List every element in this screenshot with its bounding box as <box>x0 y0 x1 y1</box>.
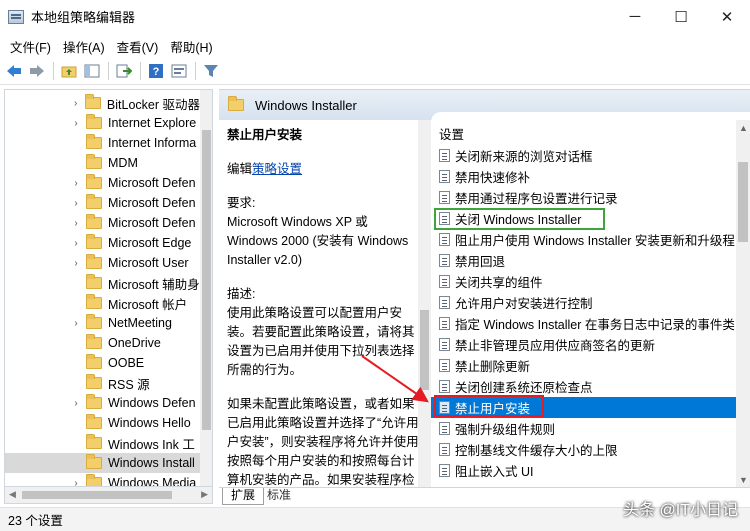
tree-item[interactable]: MDM <box>5 153 200 173</box>
toolbar-separator <box>140 61 141 80</box>
expand-chevron-icon[interactable]: › <box>69 478 83 487</box>
toolbar-separator <box>108 61 109 80</box>
tree-item[interactable]: › BitLocker 驱动器 <box>5 93 200 113</box>
folder-icon <box>86 234 102 249</box>
maximize-button[interactable]: ☐ <box>658 0 704 33</box>
scroll-right-icon[interactable]: ▶ <box>201 489 208 500</box>
folder-icon <box>86 314 102 329</box>
tree-item[interactable]: › Internet Explore <box>5 113 200 133</box>
folder-icon <box>86 454 102 469</box>
folder-icon <box>85 94 101 109</box>
tree-item[interactable]: › Microsoft User <box>5 253 200 273</box>
watermark: 头条 @IT小日记 <box>623 502 738 519</box>
properties-icon[interactable] <box>169 61 189 81</box>
tree-item[interactable]: Windows Ink 工 <box>5 433 200 453</box>
help-icon[interactable]: ? <box>146 61 166 81</box>
expand-chevron-icon[interactable]: › <box>69 398 83 409</box>
folder-icon <box>86 254 102 269</box>
title-bar: 本地组策略编辑器 ─ ☐ ✕ <box>0 0 750 33</box>
menu-help[interactable]: 帮助(H) <box>166 37 220 56</box>
scroll-thumb[interactable] <box>202 130 211 430</box>
tree-item[interactable]: Windows Hello <box>5 413 200 433</box>
expand-chevron-icon[interactable]: › <box>69 98 82 109</box>
folder-icon <box>86 294 102 309</box>
expand-chevron-icon[interactable]: › <box>69 318 83 329</box>
tree-item[interactable]: › Windows Defen <box>5 393 200 413</box>
expand-chevron-icon[interactable]: › <box>69 218 83 229</box>
expand-chevron-icon[interactable]: › <box>69 198 83 209</box>
folder-icon <box>86 174 102 189</box>
detail-pane: Windows Installer 禁止用户安装 编辑策略设置 要求: Micr… <box>219 89 750 487</box>
folder-icon <box>86 194 102 209</box>
tree-item[interactable]: OOBE <box>5 353 200 373</box>
up-folder-icon[interactable] <box>59 61 79 81</box>
tree-vertical-scrollbar[interactable] <box>200 90 212 486</box>
menu-view[interactable]: 查看(V) <box>113 37 167 56</box>
filter-icon[interactable] <box>201 61 221 81</box>
tree-item[interactable]: Internet Informa <box>5 133 200 153</box>
tree-item[interactable]: Microsoft 辅助身 <box>5 273 200 293</box>
folder-icon <box>86 334 102 349</box>
menu-file[interactable]: 文件(F) <box>6 37 59 56</box>
tab-extended[interactable]: 扩展 <box>222 488 265 505</box>
menu-action[interactable]: 操作(A) <box>59 37 113 56</box>
folder-icon <box>86 154 102 169</box>
tree-item[interactable]: › Microsoft Defen <box>5 213 200 233</box>
tree-item[interactable]: › Microsoft Edge <box>5 233 200 253</box>
forward-icon[interactable] <box>27 61 47 81</box>
folder-icon <box>86 214 102 229</box>
folder-icon <box>86 114 102 129</box>
folder-icon <box>86 274 102 289</box>
scroll-left-icon[interactable]: ◀ <box>9 489 16 500</box>
expand-chevron-icon[interactable]: › <box>69 178 83 189</box>
scroll-thumb[interactable] <box>22 491 172 499</box>
toolbar-separator <box>195 61 196 80</box>
status-text: 23 个设置 <box>8 514 63 528</box>
policy-tree[interactable]: › BitLocker 驱动器 › Internet Explore Interne… <box>4 89 213 487</box>
expand-chevron-icon[interactable]: › <box>69 258 83 269</box>
window-controls: ─ ☐ ✕ <box>612 0 750 33</box>
window-title: 本地组策略编辑器 <box>31 10 136 25</box>
toolbar-separator <box>53 61 54 80</box>
expand-chevron-icon[interactable]: › <box>69 118 83 129</box>
expand-chevron-icon[interactable]: › <box>69 238 83 249</box>
minimize-button[interactable]: ─ <box>612 0 658 33</box>
folder-icon <box>86 374 102 389</box>
export-list-icon[interactable] <box>114 61 134 81</box>
tree-horizontal-scrollbar[interactable]: ◀ ▶ <box>4 487 213 504</box>
menu-bar: 文件(F) 操作(A) 查看(V) 帮助(H) <box>0 35 221 57</box>
toolbar: ? <box>0 57 750 85</box>
back-icon[interactable] <box>4 61 24 81</box>
tree-item[interactable]: OneDrive <box>5 333 200 353</box>
tree-item-selected[interactable]: Windows Install <box>5 453 200 473</box>
folder-icon <box>86 134 102 149</box>
svg-text:?: ? <box>153 66 160 78</box>
red-arrow-annotation <box>361 355 429 403</box>
folder-icon <box>86 354 102 369</box>
tree-item[interactable]: › NetMeeting <box>5 313 200 333</box>
tree-item[interactable]: Microsoft 帐户 <box>5 293 200 313</box>
tree-item[interactable]: › Microsoft Defen <box>5 193 200 213</box>
folder-icon <box>86 434 102 449</box>
show-hide-tree-icon[interactable] <box>82 61 102 81</box>
tree-item[interactable]: RSS 源 <box>5 373 200 393</box>
tree-item[interactable]: › Microsoft Defen <box>5 173 200 193</box>
folder-icon <box>86 474 102 486</box>
tree-item[interactable]: › Windows Media <box>5 473 200 487</box>
tab-standard[interactable]: 标准 <box>259 488 299 505</box>
folder-icon <box>86 414 102 429</box>
folder-icon <box>86 394 102 409</box>
group-policy-app-icon <box>8 9 24 24</box>
close-button[interactable]: ✕ <box>704 0 750 33</box>
